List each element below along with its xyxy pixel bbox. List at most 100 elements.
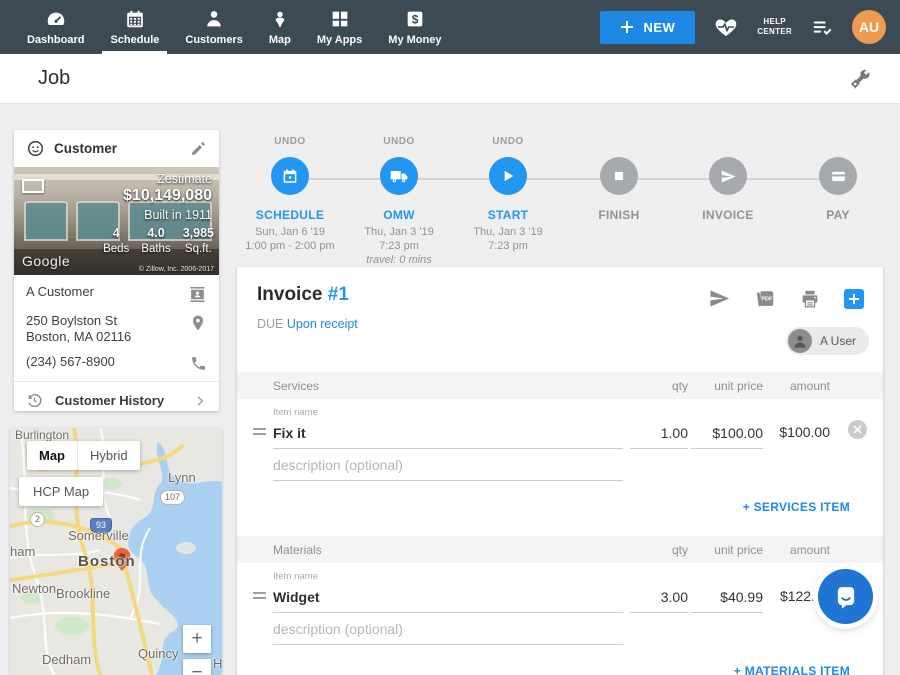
nav-schedule[interactable]: Schedule xyxy=(97,0,172,54)
credit-card-icon xyxy=(830,168,847,185)
job-tools-icon[interactable] xyxy=(848,67,872,91)
paper-plane-icon xyxy=(720,168,737,185)
map-label-burlington: Burlington xyxy=(15,428,69,442)
schedule-step-button[interactable] xyxy=(271,157,309,195)
start-step-button[interactable] xyxy=(489,157,527,195)
material-item-name-input[interactable] xyxy=(273,584,623,613)
invoice-due: DUE Upon receipt xyxy=(257,317,883,331)
invoice-step-button[interactable] xyxy=(709,157,747,195)
health-heart-pulse-icon[interactable] xyxy=(713,15,739,39)
pdf-icon[interactable]: PDF xyxy=(754,288,776,310)
nav-customers[interactable]: Customers xyxy=(172,0,255,54)
new-button[interactable]: NEW xyxy=(600,11,695,44)
drag-handle-icon[interactable] xyxy=(253,428,266,435)
undo-schedule-button[interactable]: UNDO xyxy=(274,136,305,148)
nav-my-money[interactable]: $ My Money xyxy=(375,0,454,54)
phone-icon[interactable] xyxy=(190,355,207,372)
service-amount: $100.00 xyxy=(763,424,830,449)
invoice-step-label: INVOICE xyxy=(702,208,753,222)
material-qty-input[interactable] xyxy=(630,584,688,613)
truck-icon xyxy=(389,166,409,186)
map-label-somerville: Somerville xyxy=(68,528,129,543)
service-item-name-input[interactable] xyxy=(273,420,623,449)
map-label-quincy: Quincy xyxy=(138,646,178,661)
omw-step-button[interactable] xyxy=(380,157,418,195)
map-label-dedham: Dedham xyxy=(42,652,91,667)
nav-map-label: Map xyxy=(269,34,291,46)
remove-service-item-button[interactable] xyxy=(848,420,867,439)
address-line1: 250 Boylston St xyxy=(26,313,117,328)
start-step-detail: Thu, Jan 3 '19 7:23 pm xyxy=(473,225,542,253)
help-center-link[interactable]: HELP CENTER xyxy=(757,17,792,37)
material-unit-price-input[interactable] xyxy=(691,584,763,613)
stat-beds: 4 Beds xyxy=(103,226,129,255)
service-unit-price-input[interactable] xyxy=(691,420,763,449)
zoom-out-button[interactable]: − xyxy=(183,659,211,675)
materials-qty-column: qty xyxy=(630,543,688,557)
material-item-name-label: Item name xyxy=(273,571,623,582)
edit-pencil-icon[interactable] xyxy=(190,140,207,157)
material-description-input[interactable] xyxy=(273,616,623,645)
map-label-hingham-cut: Hi xyxy=(213,656,222,671)
beds-value: 4 xyxy=(103,226,129,240)
page-title: Job xyxy=(38,67,70,90)
map-type-map-button[interactable]: Map xyxy=(27,441,77,470)
materials-amount-column: amount xyxy=(763,543,830,557)
service-item-name-label: Item name xyxy=(273,407,623,418)
assignee-name: A User xyxy=(820,334,856,348)
route-shield-2: 2 xyxy=(30,512,45,527)
finish-step-button[interactable] xyxy=(600,157,638,195)
add-services-item-link[interactable]: + SERVICES ITEM xyxy=(237,481,883,514)
schedule-step-detail: Sun, Jan 6 '19 1:00 pm - 2:00 pm xyxy=(245,225,334,253)
user-avatar[interactable]: AU xyxy=(852,10,886,44)
customer-address: 250 Boylston StBoston, MA 02116 xyxy=(26,313,131,345)
materials-section-title: Materials xyxy=(273,543,630,557)
start-time: 7:23 pm xyxy=(473,239,542,253)
location-pin-icon[interactable] xyxy=(189,314,207,332)
add-materials-item-link[interactable]: + MATERIALS ITEM xyxy=(237,645,883,675)
undo-start-button[interactable]: UNDO xyxy=(492,136,523,148)
add-invoice-button[interactable] xyxy=(844,289,864,309)
omw-time: 7:23 pm xyxy=(364,239,433,253)
assignee-chip[interactable]: A User xyxy=(786,327,869,355)
material-amount: $122. xyxy=(763,588,815,613)
chat-bubble-icon xyxy=(832,583,860,611)
workflow-step-start: UNDO START Thu, Jan 3 '19 7:23 pm xyxy=(449,136,567,253)
map-type-hybrid-button[interactable]: Hybrid xyxy=(77,441,140,470)
pay-step-button[interactable] xyxy=(819,157,857,195)
schedule-step-label: SCHEDULE xyxy=(256,208,324,222)
play-icon xyxy=(500,168,516,184)
contact-card-icon[interactable] xyxy=(188,285,207,304)
service-qty-input[interactable] xyxy=(630,420,688,449)
due-value[interactable]: Upon receipt xyxy=(287,317,358,331)
customers-person-icon xyxy=(203,8,225,30)
streetview-frame-icon[interactable] xyxy=(22,179,44,193)
customer-name: A Customer xyxy=(26,284,94,300)
drag-handle-icon[interactable] xyxy=(253,592,266,599)
zoom-in-button[interactable]: + xyxy=(183,625,211,653)
customer-history-label: Customer History xyxy=(55,393,181,408)
undo-omw-button[interactable]: UNDO xyxy=(383,136,414,148)
customer-history-button[interactable]: Customer History xyxy=(14,381,219,419)
invoice-number[interactable]: #1 xyxy=(328,284,349,305)
map-label-boston: Boston xyxy=(78,553,136,570)
plus-icon xyxy=(620,20,634,34)
app-screen: Dashboard Schedule Customers Map My Apps… xyxy=(0,0,900,675)
schedule-date: Sun, Jan 6 '19 xyxy=(245,225,334,239)
schedule-time: 1:00 pm - 2:00 pm xyxy=(245,239,334,253)
print-icon[interactable] xyxy=(799,288,821,310)
service-description-input[interactable] xyxy=(273,452,623,481)
stat-sqft: 3,985 Sq.ft. xyxy=(183,226,214,255)
nav-dashboard[interactable]: Dashboard xyxy=(14,0,97,54)
send-invoice-icon[interactable] xyxy=(708,287,731,310)
hcp-map-button[interactable]: HCP Map xyxy=(19,477,103,506)
task-list-check-icon[interactable] xyxy=(810,16,834,38)
map-label-brookline: Brookline xyxy=(56,586,110,601)
photo-storefront-window xyxy=(24,201,68,241)
nav-map[interactable]: Map xyxy=(256,0,304,54)
help-center-line2: CENTER xyxy=(757,27,792,37)
svg-text:$: $ xyxy=(412,13,419,27)
chat-launcher-button[interactable] xyxy=(818,569,873,624)
history-clock-icon xyxy=(26,392,43,409)
nav-my-apps[interactable]: My Apps xyxy=(304,0,375,54)
